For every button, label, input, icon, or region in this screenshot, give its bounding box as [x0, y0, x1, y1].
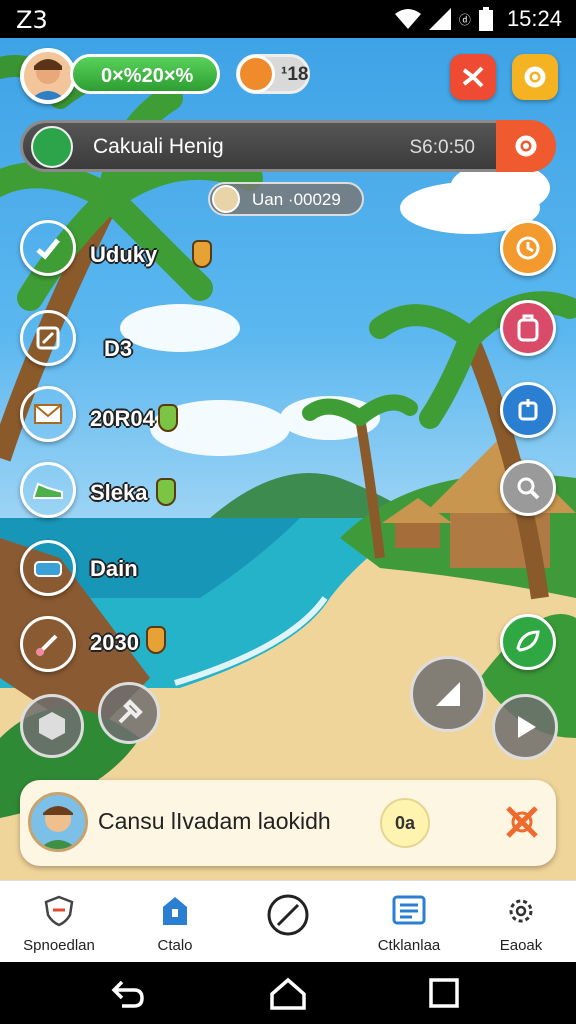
chat-text: Cansu lIvadam laokidh	[98, 808, 331, 834]
map-icon	[518, 399, 538, 421]
chat-badge[interactable]: 0a	[380, 798, 430, 848]
compass-icon	[267, 894, 309, 936]
nav-label: Spnoedlan	[23, 937, 95, 954]
edit-icon	[36, 326, 60, 350]
chat-avatar	[28, 792, 88, 852]
gear-icon	[515, 135, 537, 157]
hexagon-control[interactable]	[20, 694, 84, 758]
hexagon-icon	[39, 712, 65, 740]
tag-icon	[146, 626, 166, 654]
wifi-icon	[394, 9, 421, 29]
chat-bar[interactable]: Cansu lIvadam laokidh 0a	[20, 780, 556, 866]
side-button-dain[interactable]	[20, 540, 76, 596]
gear-icon	[524, 66, 546, 88]
gem-counter[interactable]: ¹18	[236, 54, 310, 94]
player-name-bar[interactable]: Cakuali Henig S6:0:50	[20, 120, 556, 172]
tag-icon	[158, 404, 178, 432]
level-pill[interactable]: Uan ·00029	[208, 182, 364, 216]
side-button-2030[interactable]	[20, 616, 76, 672]
status-left-text: Z3	[16, 6, 48, 34]
gem-count: ¹18	[281, 64, 309, 85]
jump-control[interactable]	[410, 656, 486, 732]
status-time: 15:24	[506, 6, 562, 31]
search-button[interactable]	[500, 460, 556, 516]
coin-counter[interactable]: 0×%20×%	[70, 54, 220, 94]
clock-icon	[516, 236, 540, 260]
side-label-d3: D3	[104, 336, 133, 361]
play-icon	[518, 716, 536, 738]
action-button[interactable]	[500, 614, 556, 670]
system-nav-bar	[0, 962, 576, 1024]
home-icon	[163, 897, 187, 925]
recents-icon[interactable]	[424, 976, 464, 1010]
player-avatar[interactable]	[20, 48, 76, 104]
leaf-icon	[516, 630, 540, 652]
nav-item-ctklanlaa[interactable]: Ctklanlaa	[354, 889, 464, 959]
home-nav-icon[interactable]	[268, 976, 308, 1010]
tag-icon	[156, 478, 176, 506]
nav-label: Ctalo	[157, 937, 193, 954]
nav-item-ctalo[interactable]: Ctalo	[120, 889, 230, 959]
side-label-uduky: Uduky	[90, 242, 158, 267]
side-label-dain: Dain	[90, 556, 138, 581]
tool-control[interactable]	[98, 682, 160, 744]
side-label-20r04: 20R04	[90, 406, 155, 431]
side-button-sleka[interactable]	[20, 462, 76, 518]
wand-icon	[36, 634, 58, 656]
ninja-button[interactable]	[450, 54, 496, 100]
quest-button[interactable]	[500, 220, 556, 276]
map-button[interactable]	[500, 382, 556, 438]
gear-icon	[509, 899, 533, 923]
nav-item-spnoedlan[interactable]: Spnoedlan	[4, 889, 114, 959]
inventory-button[interactable]	[500, 300, 556, 356]
backpack-icon	[517, 314, 539, 342]
level-text: Uan ·00029	[252, 190, 341, 209]
nav-label: Ctklanlaa	[377, 937, 441, 954]
shield-icon	[44, 895, 74, 927]
tag-icon	[192, 240, 212, 268]
hammer-icon	[118, 699, 143, 724]
close-icon[interactable]	[502, 802, 542, 842]
side-label-2030: 2030	[90, 630, 139, 655]
status-bar: Z3 ⓓ 15:24	[0, 0, 576, 38]
play-control[interactable]	[492, 694, 558, 760]
game-scene[interactable]: 0×%20×% ¹18 Cakuali Henig S6:0:50 Uan ·0…	[0, 38, 576, 880]
shoe-icon	[33, 482, 63, 499]
player-score: S6:0:50	[409, 137, 476, 158]
nav-item-compass[interactable]	[233, 889, 343, 959]
search-icon	[517, 477, 540, 500]
side-button-uduky[interactable]	[20, 220, 76, 276]
player-name: Cakuali Henig	[93, 135, 224, 158]
envelope-icon	[34, 404, 62, 424]
signal-icon	[428, 8, 451, 30]
gem-icon	[237, 55, 275, 93]
side-label-sleka: Sleka	[90, 480, 148, 505]
back-icon[interactable]	[108, 976, 148, 1010]
ninja-icon	[462, 66, 484, 88]
status-small-text: ⓓ	[458, 12, 471, 27]
player-settings-button[interactable]	[496, 120, 556, 172]
list-icon	[392, 895, 426, 925]
check-icon	[36, 238, 60, 260]
battery-icon	[478, 7, 493, 31]
side-button-20r04[interactable]	[20, 386, 76, 442]
settings-button[interactable]	[512, 54, 558, 100]
nav-label: Eaoak	[499, 937, 543, 954]
level-icon	[212, 185, 240, 213]
arrow-icon	[436, 682, 460, 706]
chest-icon	[34, 561, 62, 577]
player-small-avatar	[31, 126, 73, 168]
bottom-nav: Spnoedlan Ctalo Ctklanlaa Eaoak	[0, 880, 576, 962]
side-button-d3[interactable]	[20, 310, 76, 366]
nav-item-eaoak[interactable]: Eaoak	[466, 889, 576, 959]
